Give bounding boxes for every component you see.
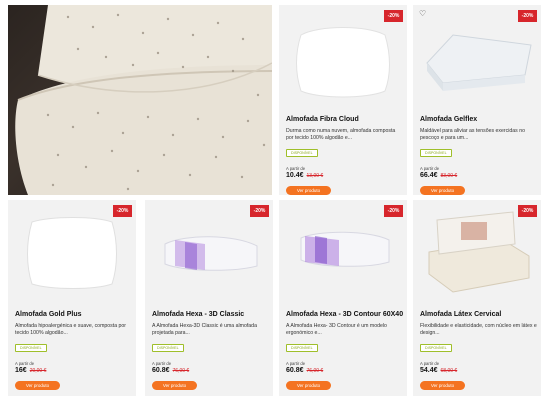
product-card[interactable]: -20% Almofada Fibra Cloud Durma como num… [279,5,407,196]
product-image[interactable]: -20% [145,200,273,305]
stock-badge: DISPONÍVEL [15,344,47,353]
stock-badge: DISPONÍVEL [286,149,318,158]
discount-badge: -20% [518,10,537,22]
view-product-button[interactable]: Ver produto [420,381,465,391]
product-image[interactable]: -20% [413,200,541,305]
discount-badge: -20% [384,10,403,22]
stock-badge: DISPONÍVEL [420,149,452,158]
product-title[interactable]: Almofada Gelflex [420,115,538,124]
discount-badge: -20% [384,205,403,217]
stock-badge: DISPONÍVEL [286,344,318,353]
pillows-photo [15,5,272,195]
old-price: 13,00 € [306,173,324,180]
stock-badge: DISPONÍVEL [152,344,184,353]
view-product-button[interactable]: Ver produto [15,381,60,391]
product-card[interactable]: -20% Almofada Gold Plus Almofada hipoale… [8,200,136,396]
old-price: 76,00 € [172,368,190,375]
price-from-label: A partir de [286,361,306,367]
old-price: 68,00 € [440,368,458,375]
product-description: A Almofada Hexa- 3D Contour é um modelo … [286,323,387,336]
product-description: Durma como numa nuvem, almofada composta… [286,128,396,141]
product-description: Flexibilidade e elasticidade, com núcleo… [420,323,537,336]
price: 60.8€ [286,367,304,375]
product-title[interactable]: Almofada Hexa - 3D Classic [152,310,270,319]
old-price: 76,00 € [306,368,324,375]
product-title[interactable]: Almofada Gold Plus [15,310,133,319]
old-price: 20,00 € [29,368,47,375]
price: 10.4€ [286,172,304,180]
stock-badge: DISPONÍVEL [420,344,452,353]
product-description: Maldável para aliviar as tensões exercid… [420,128,525,141]
heart-icon[interactable]: ♡ [419,9,426,18]
product-card[interactable]: ♡ -20% Almofada Gelflex Maldável para al… [413,5,541,196]
discount-badge: -20% [250,205,269,217]
view-product-button[interactable]: Ver produto [286,186,331,196]
product-image[interactable]: -20% [279,200,407,305]
discount-badge: -20% [518,205,537,217]
old-price: 83,00 € [440,173,458,180]
view-product-button[interactable]: Ver produto [152,381,197,391]
product-card[interactable]: -20% Almofada Látex Cervical Flexibilida… [413,200,541,396]
view-product-button[interactable]: Ver produto [420,186,465,196]
price: 54.4€ [420,367,438,375]
product-title[interactable]: Almofada Látex Cervical [420,310,538,319]
hero-image [8,5,272,195]
price-from-label: A partir de [420,166,440,172]
product-image[interactable]: -20% [8,200,136,305]
product-card[interactable]: -20% Almofada Hexa - 3D Contour 60X40 A … [279,200,407,396]
price-from-label: A partir de [286,166,306,172]
price: 16€ [15,367,27,375]
price-from-label: A partir de [15,361,35,367]
product-image[interactable]: -20% [279,5,407,110]
discount-badge: -20% [113,205,132,217]
price-from-label: A partir de [152,361,172,367]
view-product-button[interactable]: Ver produto [286,381,331,391]
price: 66.4€ [420,172,438,180]
price-from-label: A partir de [420,361,440,367]
product-description: A Almofada Hexa-3D Classic é uma almofad… [152,323,257,336]
product-title[interactable]: Almofada Hexa - 3D Contour 60X40 [286,310,404,319]
product-title[interactable]: Almofada Fibra Cloud [286,115,404,124]
product-description: Almofada hipoalergénica e suave, compost… [15,323,127,336]
price: 60.8€ [152,367,170,375]
product-image[interactable]: ♡ -20% [413,5,541,110]
product-card[interactable]: -20% Almofada Hexa - 3D Classic A Almofa… [145,200,273,396]
